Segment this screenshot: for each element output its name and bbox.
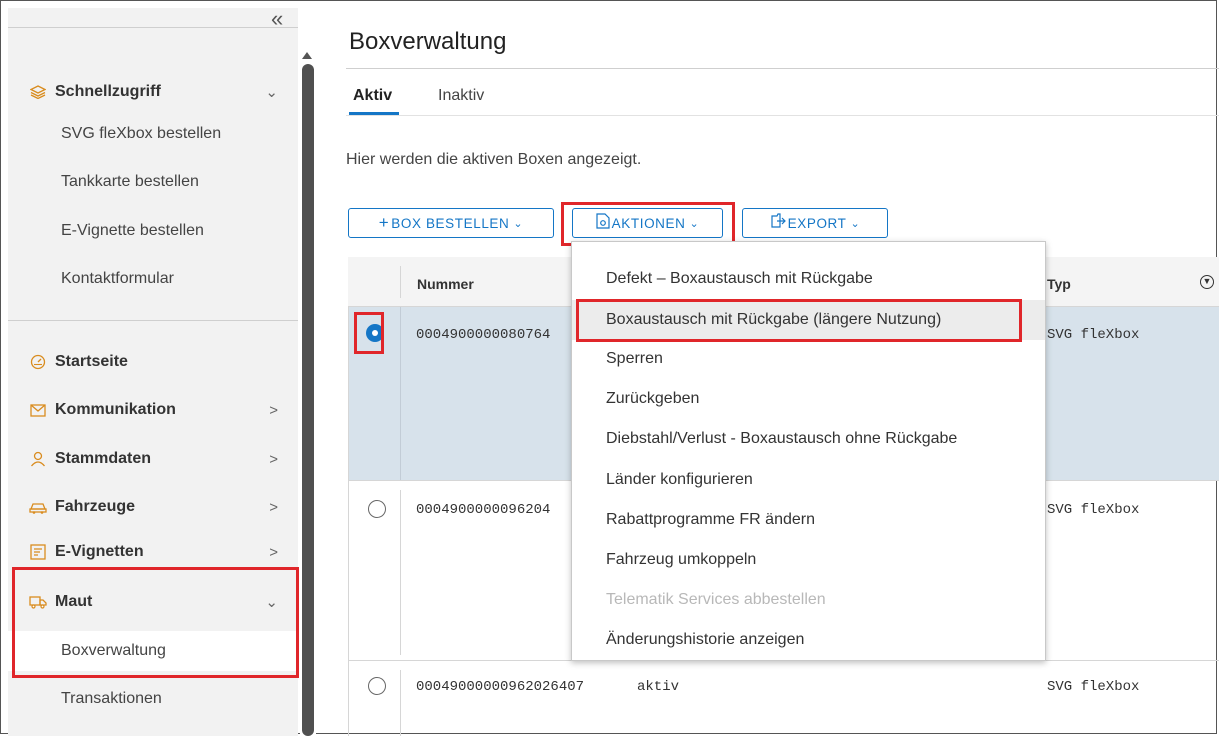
button-label: EXPORT [787, 215, 847, 231]
chevron-down-icon: ⌄ [850, 217, 861, 230]
menu-item-defekt[interactable]: Defekt – Boxaustausch mit Rückgabe [572, 259, 1045, 299]
tab-inaktiv[interactable]: Inaktiv [438, 87, 484, 105]
chevron-down-icon: ⌄ [689, 217, 700, 230]
sidebar-item-startseite[interactable]: Startseite [8, 340, 298, 384]
person-icon [29, 451, 47, 467]
export-icon [770, 213, 786, 233]
sidebar-item-maut[interactable]: Maut ⌄ [8, 580, 298, 624]
truck-icon [29, 595, 47, 609]
chevron-right-icon: > [269, 543, 278, 561]
scrollbar-thumb[interactable] [302, 64, 314, 736]
car-icon [29, 500, 47, 514]
sidebar-divider [8, 27, 298, 28]
scroll-up-arrow-icon[interactable] [302, 52, 312, 59]
row-select-radio[interactable] [366, 324, 384, 342]
sidebar-item-transaktionen[interactable]: Transaktionen [8, 679, 298, 719]
tabs-divider [346, 115, 1219, 116]
chevron-right-icon: > [269, 450, 278, 468]
actions-button[interactable]: AKTIONEN ⌄ [572, 208, 723, 238]
menu-item-zurueckgeben[interactable]: Zurückgeben [572, 379, 1045, 419]
sidebar-item-boxverwaltung[interactable]: Boxverwaltung [8, 631, 298, 671]
sidebar-group-label: Schnellzugriff [55, 83, 161, 100]
chevron-down-icon: ⌄ [265, 84, 278, 101]
sidebar-item-stammdaten[interactable]: Stammdaten > [8, 437, 298, 481]
column-divider [400, 266, 401, 298]
column-header-type[interactable]: Typ [1047, 276, 1071, 292]
box-number: 0004900000080764 [416, 327, 551, 343]
box-number: 00049000000962026407 [416, 679, 585, 695]
menu-item-boxaustausch[interactable]: Boxaustausch mit Rückgabe (längere Nutzu… [572, 300, 1045, 340]
chevron-right-icon: > [269, 498, 278, 516]
sidebar-item-label: Maut [55, 593, 93, 610]
layers-icon [29, 85, 47, 99]
menu-item-telematik: Telematik Services abbestellen [606, 591, 826, 608]
mail-icon [29, 403, 47, 417]
box-type: SVG fleXbox [1047, 327, 1140, 343]
vignette-icon [29, 544, 47, 560]
page-description: Hier werden die aktiven Boxen angezeigt. [346, 151, 642, 168]
sidebar-item-label: Stammdaten [55, 450, 152, 467]
row-select-radio[interactable] [368, 677, 386, 695]
sidebar-divider [8, 320, 298, 321]
chevron-down-icon: ⌄ [265, 594, 278, 611]
tab-aktiv[interactable]: Aktiv [353, 87, 392, 105]
title-divider [346, 68, 1219, 69]
menu-item-historie[interactable]: Änderungshistorie anzeigen [572, 620, 1045, 660]
export-button[interactable]: EXPORT ⌄ [742, 208, 888, 238]
sidebar-item-label: Kommunikation [55, 401, 176, 418]
menu-item-rabatt[interactable]: Rabattprogramme FR ändern [572, 500, 1045, 540]
column-divider [400, 490, 401, 655]
sidebar-item-kommunikation[interactable]: Kommunikation > [8, 388, 298, 432]
box-type: SVG fleXbox [1047, 502, 1140, 518]
sidebar-item-fahrzeuge[interactable]: Fahrzeuge > [8, 485, 298, 529]
box-number: 0004900000096204 [416, 502, 551, 518]
quick-link-flexbox[interactable]: SVG fleXbox bestellen [8, 114, 298, 154]
quick-link-kontakt[interactable]: Kontaktformular [8, 259, 298, 299]
sidebar-group-schnellzugriff[interactable]: Schnellzugriff ⌄ [8, 70, 298, 114]
button-label: BOX BESTELLEN [391, 215, 510, 231]
menu-item-sperren[interactable]: Sperren [572, 339, 1045, 379]
column-divider [400, 670, 401, 736]
menu-item-laender[interactable]: Länder konfigurieren [572, 460, 1045, 500]
column-divider [400, 307, 401, 480]
menu-item-diebstahl[interactable]: Diebstahl/Verlust - Boxaustausch ohne Rü… [572, 419, 1045, 459]
dashboard-icon [29, 354, 47, 370]
chevron-down-icon: ⌄ [513, 217, 524, 230]
table-row[interactable] [349, 661, 1219, 736]
plus-icon: + [378, 213, 390, 232]
sidebar-item-evignetten[interactable]: E-Vignetten > [8, 530, 298, 574]
sidebar-item-label: E-Vignetten [55, 543, 144, 560]
column-header-number[interactable]: Nummer [417, 276, 474, 292]
box-status: aktiv [637, 679, 680, 695]
document-gear-icon [596, 212, 610, 234]
box-type: SVG fleXbox [1047, 679, 1140, 695]
menu-item-umkoppeln[interactable]: Fahrzeug umkoppeln [572, 540, 1045, 580]
order-box-button[interactable]: + BOX BESTELLEN ⌄ [348, 208, 554, 238]
row-select-radio[interactable] [368, 500, 386, 518]
page-title: Boxverwaltung [349, 28, 507, 55]
quick-link-evignette[interactable]: E-Vignette bestellen [8, 211, 298, 251]
sidebar-item-label: Startseite [55, 353, 128, 370]
sidebar-item-label: Fahrzeuge [55, 498, 136, 515]
quick-link-tankkarte[interactable]: Tankkarte bestellen [8, 162, 298, 202]
chevron-right-icon: > [269, 401, 278, 419]
filter-icon[interactable]: ▼ [1200, 275, 1214, 289]
button-label: AKTIONEN [611, 215, 686, 231]
collapse-sidebar-icon[interactable]: « [271, 8, 283, 30]
